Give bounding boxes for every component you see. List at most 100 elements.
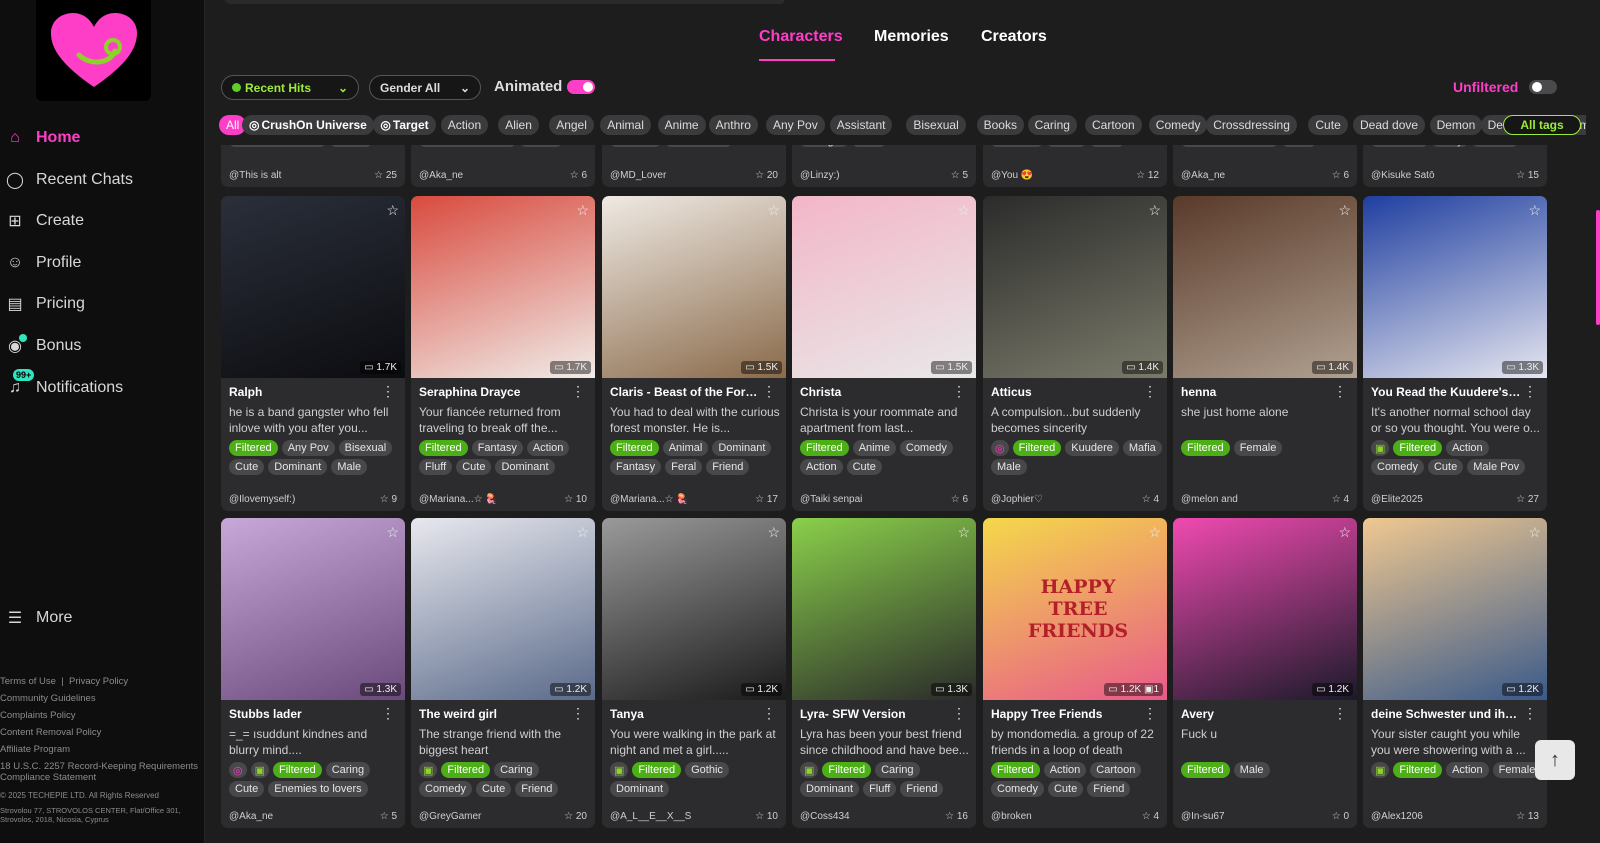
- more-options-icon[interactable]: ⋮: [952, 705, 966, 722]
- tag-chip[interactable]: Friend: [706, 459, 750, 475]
- character-card[interactable]: ☆ ▭ 1.5K Christa ⋮ Christa is your roommate …: [792, 196, 976, 511]
- privacy-link[interactable]: Privacy Policy: [69, 676, 128, 687]
- more-options-icon[interactable]: ⋮: [381, 383, 395, 400]
- tag-chip[interactable]: Filtered: [1012, 440, 1062, 456]
- favorite-star-icon[interactable]: ☆: [1528, 202, 1541, 219]
- more-options-icon[interactable]: ⋮: [762, 705, 776, 722]
- creator-name[interactable]: @You 😍: [991, 170, 1033, 181]
- favorite-star-icon[interactable]: ☆: [386, 524, 399, 541]
- character-name[interactable]: Tanya: [610, 707, 760, 721]
- tag-chip[interactable]: Action: [1446, 762, 1489, 778]
- character-image[interactable]: ☆ ▭ 1.5K: [602, 196, 786, 378]
- scrollbar[interactable]: [1596, 210, 1600, 325]
- tag-chip[interactable]: Friend: [900, 781, 944, 797]
- tag-chip[interactable]: Filtered: [1393, 762, 1443, 778]
- tag-demon[interactable]: Demon: [1429, 115, 1483, 135]
- tag-chip[interactable]: Caring: [325, 762, 371, 778]
- more-options-icon[interactable]: ⋮: [571, 705, 585, 722]
- character-image[interactable]: ☆ ▭ 1.4K: [1173, 196, 1357, 378]
- favorite-star-icon[interactable]: ☆: [386, 202, 399, 219]
- tag-chip[interactable]: Cute: [1047, 781, 1084, 797]
- tag-chip[interactable]: Filtered: [273, 762, 322, 778]
- tag-alien[interactable]: Alien: [498, 115, 539, 135]
- more-options-icon[interactable]: ⋮: [1143, 705, 1157, 722]
- tag-chip[interactable]: Dominant: [712, 440, 772, 456]
- heart-logo[interactable]: [36, 0, 151, 101]
- tag-chip[interactable]: Filtered: [419, 440, 468, 456]
- voice-icon[interactable]: ◎: [229, 762, 247, 778]
- character-image[interactable]: ☆ ▭ 1.7K: [221, 196, 405, 378]
- creator-name[interactable]: @Mariana...☆ 🪼: [419, 494, 498, 505]
- creator-name[interactable]: @Coss434: [800, 811, 850, 822]
- favorite-star-icon[interactable]: ☆: [1148, 202, 1161, 219]
- creator-name[interactable]: @Taiki senpai: [800, 494, 862, 505]
- tag-chip[interactable]: Cute: [229, 459, 265, 475]
- character-image[interactable]: HAPPY TREE FRIENDS ☆ ▭ 1.2K ▣1: [983, 518, 1167, 700]
- creator-name[interactable]: @Aka_ne: [229, 811, 273, 822]
- tag-chip[interactable]: Male Pov: [1467, 459, 1526, 475]
- tab-creators[interactable]: Creators: [981, 28, 1047, 46]
- creator-name[interactable]: @Kisuke Satō: [1371, 170, 1435, 181]
- character-image[interactable]: ☆ ▭ 1.3K: [221, 518, 405, 700]
- more-options-icon[interactable]: ⋮: [952, 383, 966, 400]
- tag-chip[interactable]: Filtered: [1393, 440, 1443, 456]
- affiliate-link[interactable]: Affiliate Program: [0, 741, 205, 758]
- tag-chip[interactable]: Filtered: [1181, 440, 1230, 456]
- favorite-star-icon[interactable]: ☆: [1338, 524, 1351, 541]
- tag-any-pov[interactable]: Any Pov: [766, 115, 825, 135]
- creator-name[interactable]: @MD_Lover: [610, 170, 666, 181]
- tag-chip[interactable]: Comedy: [1371, 459, 1424, 475]
- card-partial[interactable]: DominantStoryFemale @Kisuke Satō ☆ 15: [1363, 145, 1547, 187]
- tag-caring[interactable]: Caring: [1027, 115, 1077, 135]
- character-card[interactable]: ☆ ▭ 1.7K Seraphina Drayce ⋮ Your fiancée ret…: [411, 196, 595, 511]
- character-name[interactable]: deine Schwester und ihre F...: [1371, 707, 1521, 721]
- image-icon[interactable]: ▣: [1371, 440, 1390, 456]
- tag-chip[interactable]: Cute: [1427, 459, 1464, 475]
- tag-chip[interactable]: Fluff: [419, 459, 453, 475]
- creator-name[interactable]: @Jophier♡: [991, 494, 1043, 505]
- character-name[interactable]: The weird girl: [419, 707, 569, 721]
- tag-chip[interactable]: Action: [526, 440, 570, 456]
- more-options-icon[interactable]: ⋮: [1333, 383, 1347, 400]
- character-name[interactable]: Avery: [1181, 707, 1331, 721]
- character-name[interactable]: Christa: [800, 385, 950, 399]
- content-removal-link[interactable]: Content Removal Policy: [0, 724, 205, 741]
- tag-chip[interactable]: Any Pov: [281, 440, 335, 456]
- creator-name[interactable]: @Elite2025: [1371, 494, 1423, 505]
- creator-name[interactable]: @Ilovemyself:): [229, 494, 295, 505]
- character-image[interactable]: ☆ ▭ 1.2K: [602, 518, 786, 700]
- character-name[interactable]: Stubbs lader: [229, 707, 379, 721]
- card-partial[interactable]: BisexualVillainMale @You 😍 ☆ 12: [983, 145, 1167, 187]
- favorite-star-icon[interactable]: ☆: [576, 524, 589, 541]
- character-card[interactable]: ☆ ▭ 1.7K Ralph ⋮ he is a band gangster who f…: [221, 196, 405, 511]
- voice-icon[interactable]: ◎: [991, 440, 1009, 456]
- animated-toggle[interactable]: [567, 80, 595, 94]
- character-image[interactable]: ☆ ▭ 1.3K: [1363, 196, 1547, 378]
- tag-chip[interactable]: Male: [991, 459, 1027, 475]
- character-card[interactable]: ☆ ▭ 1.3K You Read the Kuudere's Mi... ⋮ It's…: [1363, 196, 1547, 511]
- sidebar-item-recent-chats[interactable]: ◯ Recent Chats: [6, 171, 133, 189]
- sort-dropdown[interactable]: Recent Hits ⌄: [221, 75, 359, 100]
- tag-chip[interactable]: Male: [331, 459, 368, 475]
- character-card[interactable]: ☆ ▭ 1.5K Claris - Beast of the Forest ⋮ You …: [602, 196, 786, 511]
- tag-chip[interactable]: Filtered: [822, 762, 872, 778]
- tag-dead-dove[interactable]: Dead dove: [1353, 115, 1426, 135]
- more-options-icon[interactable]: ⋮: [1523, 383, 1537, 400]
- character-name[interactable]: Atticus: [991, 385, 1141, 399]
- tag-action[interactable]: Action: [440, 115, 489, 135]
- sidebar-item-home[interactable]: ⌂ Home: [6, 129, 80, 147]
- card-partial[interactable]: Enemies to loversFriend @This is alt ☆ 25: [221, 145, 405, 187]
- tag-chip[interactable]: Cute: [229, 781, 265, 797]
- character-name[interactable]: Happy Tree Friends: [991, 707, 1141, 721]
- favorite-star-icon[interactable]: ☆: [767, 202, 780, 219]
- creator-name[interactable]: @Alex1206: [1371, 811, 1423, 822]
- favorite-star-icon[interactable]: ☆: [1338, 202, 1351, 219]
- character-name[interactable]: You Read the Kuudere's Mi...: [1371, 385, 1521, 399]
- tag-chip[interactable]: Cute: [475, 781, 512, 797]
- character-image[interactable]: ☆ ▭ 1.7K: [411, 196, 595, 378]
- tag-chip[interactable]: Fantasy: [471, 440, 523, 456]
- tag-chip[interactable]: Enemies to lovers: [268, 781, 368, 797]
- all-tags-button[interactable]: All tags: [1503, 115, 1581, 135]
- favorite-star-icon[interactable]: ☆: [576, 202, 589, 219]
- tag-chip[interactable]: Anime: [852, 440, 896, 456]
